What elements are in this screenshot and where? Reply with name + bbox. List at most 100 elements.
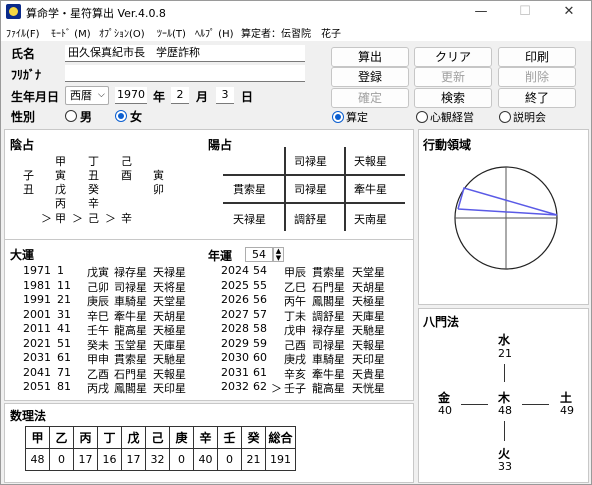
menu-file[interactable]: ﾌｧｲﾙ(F) xyxy=(6,25,40,40)
app-icon xyxy=(6,4,21,19)
minimize-button[interactable]: — xyxy=(459,1,503,23)
nenun-cell: 55 xyxy=(253,278,267,292)
suuri-header-cell: 戊 xyxy=(121,426,146,449)
yosen-cell: 天禄星 xyxy=(233,213,266,226)
yosen-title: 陽占 xyxy=(208,138,233,152)
mode-label-shinkan: 心観経営 xyxy=(430,111,474,124)
nenun-cell: 60 xyxy=(253,351,267,364)
taiun-cell: 2041 xyxy=(23,365,51,379)
nenun-cell: 2024 xyxy=(221,264,249,277)
yosen-grid-line-h2 xyxy=(223,202,405,204)
suuri-value-cell: 0 xyxy=(49,448,74,471)
nenun-cell: 龍高星 xyxy=(312,382,345,395)
name-field[interactable]: 田久保真紀市長 学歴詐称 xyxy=(65,45,305,62)
taiun-cell: 71 xyxy=(57,365,71,379)
suuri-header-cell: 癸 xyxy=(241,426,266,449)
taiun-cell: 天印星 xyxy=(153,382,186,395)
taiun-cell: 1 xyxy=(57,264,64,277)
male-radio[interactable] xyxy=(65,110,77,122)
nenun-cell: 2026 xyxy=(221,293,249,306)
nenun-cell: 2032 xyxy=(221,380,249,393)
birthdate-label: 生年月日 xyxy=(11,90,60,104)
day-unit: 日 xyxy=(241,90,254,104)
suuri-table: 甲乙丙丁戊己庚辛壬癸総合 48 0 17 16 17 32 0 40 0 21 191 xyxy=(25,426,296,471)
mode-label-setsumei: 説明会 xyxy=(513,111,546,124)
age-spinner[interactable]: ▲ ▼ xyxy=(273,247,284,262)
hachimon-line-north xyxy=(504,364,505,382)
suuri-value-cell: 17 xyxy=(73,448,98,471)
nenun-cell: 57 xyxy=(253,307,267,321)
taiun-cell: 61 xyxy=(57,351,71,364)
yosen-cell: 天南星 xyxy=(354,213,387,226)
nenun-cell: 2027 xyxy=(221,307,249,321)
taiun-cell: 2011 xyxy=(23,322,51,335)
hachimon-south-value: 33 xyxy=(498,460,512,473)
month-field[interactable]: 2 xyxy=(171,87,189,104)
suuri-value-cell: 16 xyxy=(97,448,122,471)
app-window: 算命学・星符算出 Ver.4.0.8 — ☐ ✕ ﾌｧｲﾙ(F) ﾓｰﾄﾞ (M… xyxy=(0,0,592,485)
yosen-cell: 天報星 xyxy=(354,155,387,168)
taiun-cell: 2051 xyxy=(23,380,51,393)
suuri-header-cell: 己 xyxy=(145,426,170,449)
inyo-arrow-cell: ＞ xyxy=(72,212,83,225)
kana-field[interactable] xyxy=(65,65,305,82)
inyo-arrow-cell: ＞ xyxy=(105,212,116,225)
year-field[interactable]: 1970 xyxy=(115,87,147,104)
search-button[interactable]: 検索 xyxy=(414,88,492,108)
taiun-cell: 21 xyxy=(57,293,71,306)
mode-radio-shinkan[interactable] xyxy=(416,111,428,123)
mode-radio-setsumei[interactable] xyxy=(499,111,511,123)
suuri-value-cell: 40 xyxy=(193,448,218,471)
calc-button[interactable]: 算出 xyxy=(331,47,409,67)
hachimon-title: 八門法 xyxy=(423,315,460,329)
suuri-header-cell: 辛 xyxy=(193,426,218,449)
inyo-title: 陰占 xyxy=(10,138,35,152)
register-button[interactable]: 登録 xyxy=(331,67,409,87)
menu-tool[interactable]: ﾂｰﾙ(T) xyxy=(157,25,186,40)
era-select[interactable]: 西暦 ⌵ xyxy=(65,86,109,105)
taiun-cell: 2001 xyxy=(23,307,51,321)
suuri-header-cell: 壬 xyxy=(217,426,242,449)
confirm-button[interactable]: 確定 xyxy=(331,88,409,108)
suuri-value-cell: 48 xyxy=(25,448,50,471)
inyo-arrow-cell: 己 xyxy=(88,212,99,225)
female-radio[interactable] xyxy=(115,110,127,122)
menu-option[interactable]: ｵﾌﾟｼｮﾝ(O) xyxy=(99,25,145,40)
taiun-cell: 2021 xyxy=(23,336,51,350)
mode-radio-santei[interactable] xyxy=(332,111,344,123)
update-button[interactable]: 更新 xyxy=(414,67,492,87)
print-button[interactable]: 印刷 xyxy=(498,47,576,67)
suuri-value-cell: 0 xyxy=(217,448,242,471)
year-unit: 年 xyxy=(153,90,166,104)
taiun-cell: 1981 xyxy=(23,278,51,292)
hachimon-center-value: 48 xyxy=(498,404,512,417)
close-button[interactable]: ✕ xyxy=(547,1,591,23)
clear-button[interactable]: クリア xyxy=(414,47,492,67)
nenun-age-field[interactable]: 54 xyxy=(245,247,273,262)
maximize-button[interactable]: ☐ xyxy=(503,1,547,23)
nenun-cell: 58 xyxy=(253,322,267,335)
yosen-cell: 司禄星 xyxy=(294,183,327,196)
hachimon-east-value: 49 xyxy=(560,404,574,417)
nenun-cell: 2028 xyxy=(221,322,249,335)
taiun-cell: 11 xyxy=(57,278,71,292)
delete-button[interactable]: 削除 xyxy=(498,67,576,87)
menu-mode[interactable]: ﾓｰﾄﾞ (M) xyxy=(51,25,91,40)
suuri-value-cell: 0 xyxy=(169,448,194,471)
hachimon-line-west xyxy=(461,404,488,405)
suuri-value-cell: 21 xyxy=(241,448,266,471)
spinner-down-icon[interactable]: ▼ xyxy=(274,255,283,262)
suuri-header-cell: 甲 xyxy=(25,426,50,449)
nenun-cell: 59 xyxy=(253,336,267,350)
day-field[interactable]: 3 xyxy=(216,87,234,104)
suuri-header-cell: 総合 xyxy=(265,426,296,449)
taiun-cell: 鳳閣星 xyxy=(114,382,147,395)
kodo-chart xyxy=(454,166,558,270)
yosen-grid-line-h1 xyxy=(223,174,405,176)
exit-button[interactable]: 終了 xyxy=(498,88,576,108)
nenun-cell: 2025 xyxy=(221,278,249,292)
month-unit: 月 xyxy=(196,90,209,104)
inyo-cell: 酉 xyxy=(121,169,132,182)
yosen-cell: 調舒星 xyxy=(294,213,327,226)
menu-help[interactable]: ﾍﾙﾌﾟ (H) xyxy=(195,25,234,40)
